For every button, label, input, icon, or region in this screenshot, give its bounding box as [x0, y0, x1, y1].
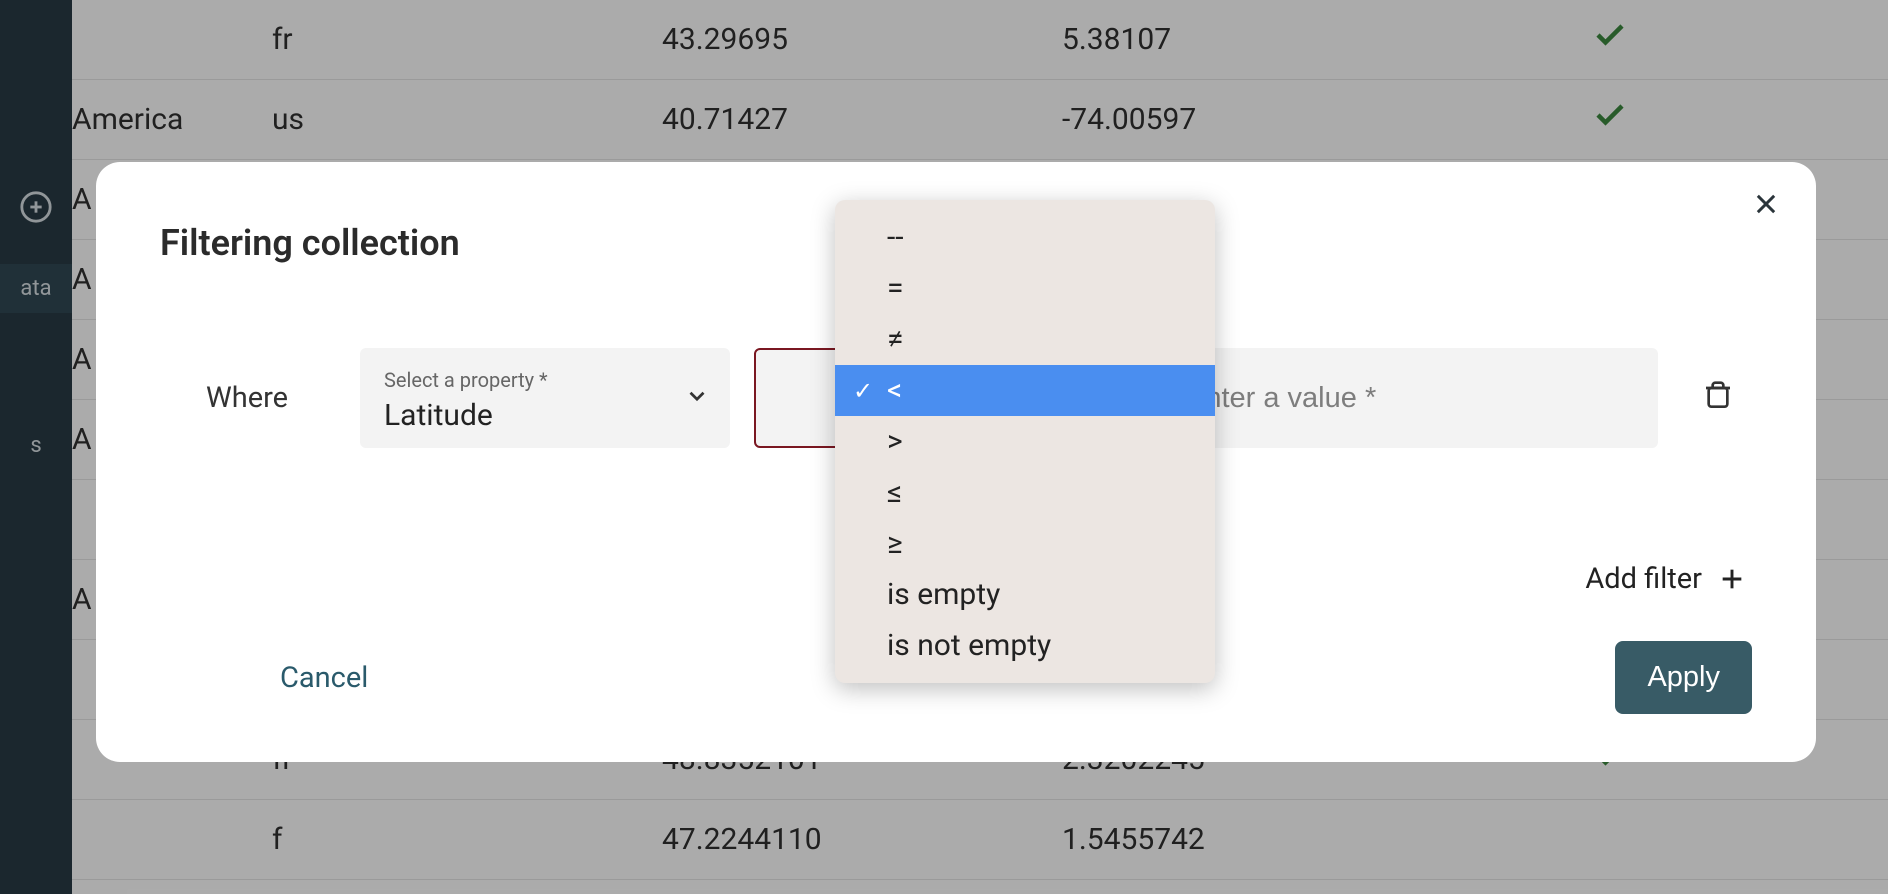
- value-input-box: [1158, 348, 1658, 448]
- chevron-down-icon: [684, 383, 710, 413]
- value-input[interactable]: [1186, 382, 1630, 415]
- operator-option[interactable]: <: [835, 365, 1215, 416]
- delete-filter-button[interactable]: [1702, 380, 1734, 416]
- add-filter-button[interactable]: Add filter: [1585, 562, 1746, 596]
- property-select-value: Latitude: [384, 398, 493, 433]
- operator-option[interactable]: --: [835, 212, 1215, 263]
- operator-option[interactable]: ≤: [835, 467, 1215, 518]
- where-label: Where: [206, 381, 336, 415]
- operator-option[interactable]: ≠: [835, 314, 1215, 365]
- property-select[interactable]: Select a property * Latitude: [360, 348, 730, 448]
- close-button[interactable]: [1752, 190, 1780, 222]
- operator-option[interactable]: ≥: [835, 518, 1215, 569]
- property-select-label: Select a property *: [384, 368, 548, 392]
- apply-button[interactable]: Apply: [1615, 641, 1752, 714]
- operator-dropdown: --=≠<>≤≥is emptyis not empty: [835, 200, 1215, 683]
- cancel-button[interactable]: Cancel: [280, 661, 368, 695]
- add-filter-label: Add filter: [1585, 562, 1702, 596]
- plus-icon: [1718, 565, 1746, 593]
- operator-option[interactable]: is empty: [835, 569, 1215, 620]
- operator-option[interactable]: =: [835, 263, 1215, 314]
- operator-option[interactable]: is not empty: [835, 620, 1215, 671]
- operator-option[interactable]: >: [835, 416, 1215, 467]
